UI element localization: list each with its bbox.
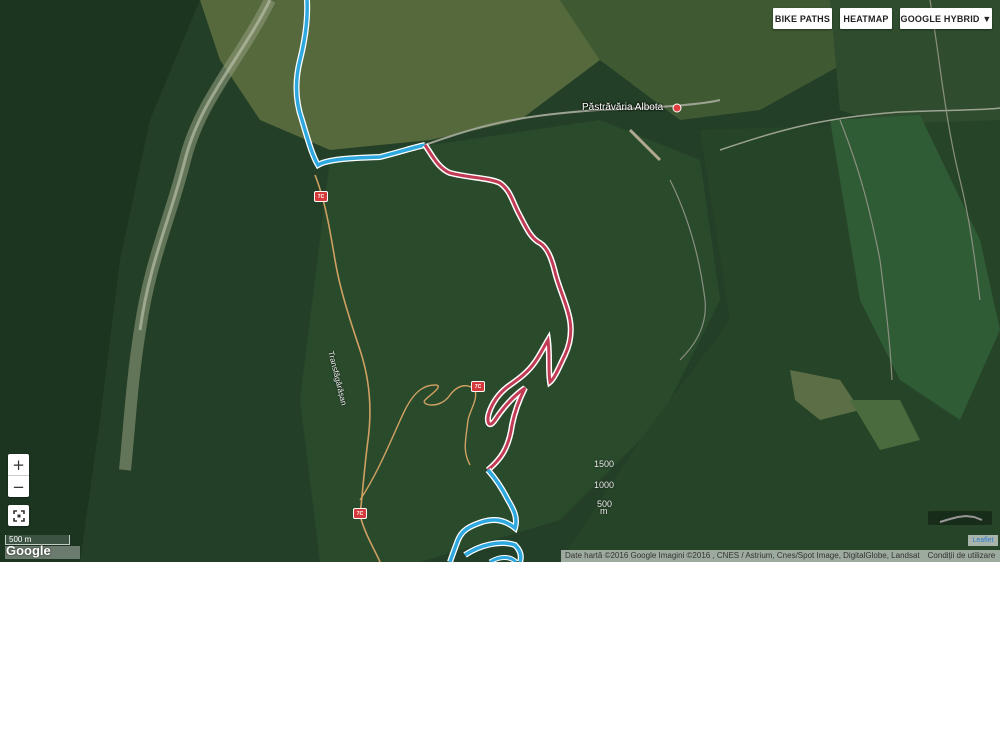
road-shield-7c: 7C: [471, 381, 485, 392]
elevation-unit: m: [600, 506, 608, 516]
attribution-text: Date hartă ©2016 Google Imagini ©2016 , …: [565, 551, 920, 560]
elevation-tick-1000: 1000: [594, 480, 615, 490]
terms-link[interactable]: Condiții de utilizare: [928, 551, 996, 560]
satellite-imagery: [0, 0, 1000, 562]
elevation-profile-toggle[interactable]: [928, 511, 992, 525]
map-attribution: Date hartă ©2016 Google Imagini ©2016 , …: [561, 550, 1000, 562]
map-canvas[interactable]: Păstrăvăria Albota Transfăgărășan 7C 7C …: [0, 0, 1000, 562]
google-logo[interactable]: Google: [6, 543, 51, 558]
fullscreen-button[interactable]: [8, 505, 29, 526]
zoom-control: + −: [8, 454, 29, 497]
elevation-tick-1500: 1500: [594, 459, 615, 469]
leaflet-link[interactable]: Leaflet: [968, 535, 998, 546]
road-shield-7c: 7C: [353, 508, 367, 519]
place-label-albota: Păstrăvăria Albota: [582, 102, 664, 113]
zoom-in-button[interactable]: +: [8, 454, 29, 475]
zoom-out-button[interactable]: −: [8, 476, 29, 497]
heatmap-button[interactable]: HEATMAP: [840, 8, 892, 29]
bike-paths-button[interactable]: BIKE PATHS: [773, 8, 832, 29]
fullscreen-icon: [12, 509, 25, 522]
road-shield-7c: 7C: [314, 191, 328, 202]
layer-select-button[interactable]: GOOGLE HYBRID ▼: [900, 8, 992, 29]
